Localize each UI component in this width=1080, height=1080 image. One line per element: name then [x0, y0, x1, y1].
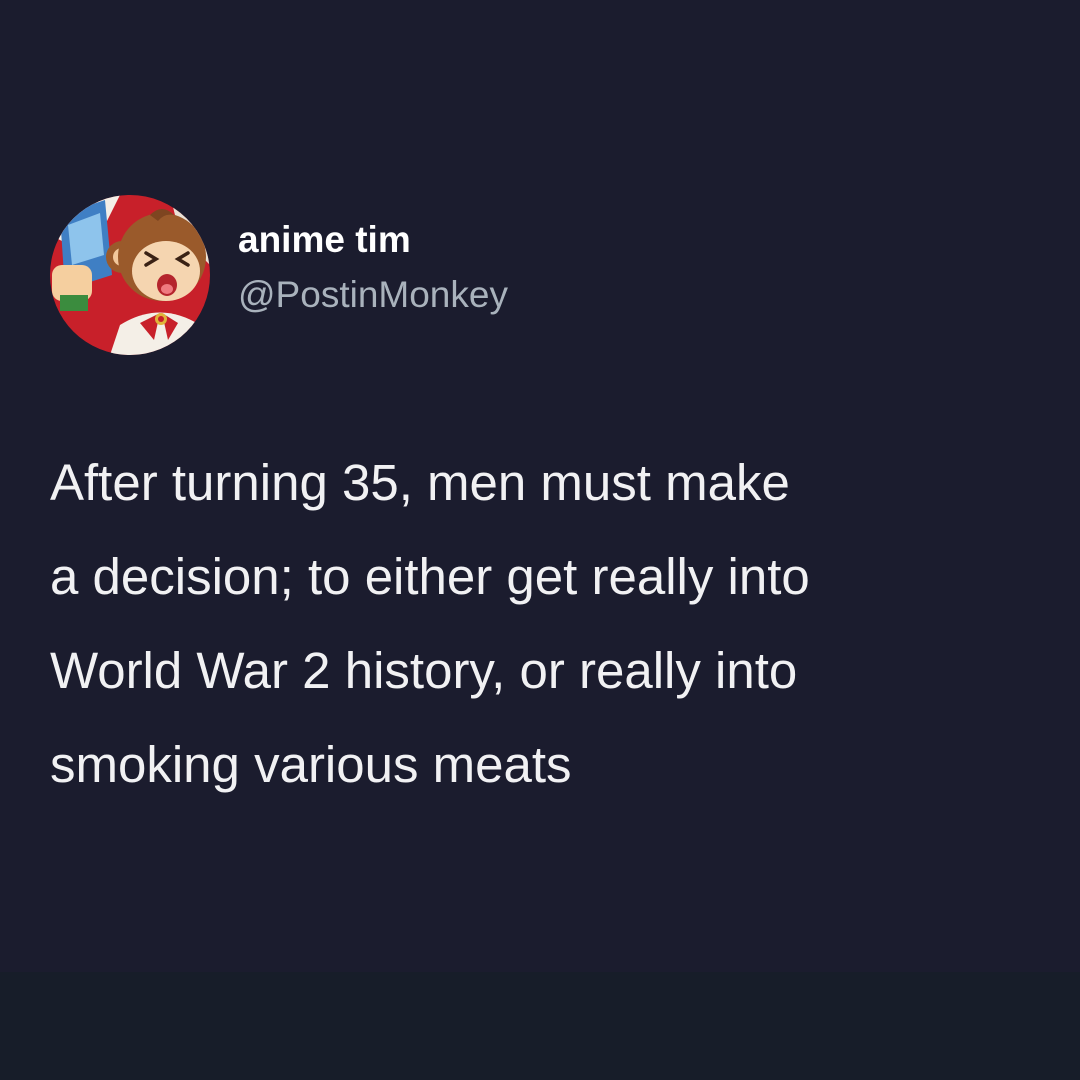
user-handle[interactable]: @PostinMonkey: [238, 271, 508, 319]
avatar[interactable]: [50, 195, 210, 355]
tweet-header: anime tim @PostinMonkey: [50, 190, 508, 360]
display-name[interactable]: anime tim: [238, 217, 508, 263]
cartoon-monkey-avatar-icon: [50, 195, 210, 355]
author-info: anime tim @PostinMonkey: [238, 217, 508, 319]
tweet-text: After turning 35, men must make a decisi…: [50, 454, 810, 793]
bottom-band: [0, 972, 1080, 1080]
tweet-card: anime tim @PostinMonkey After turning 35…: [0, 0, 1080, 972]
